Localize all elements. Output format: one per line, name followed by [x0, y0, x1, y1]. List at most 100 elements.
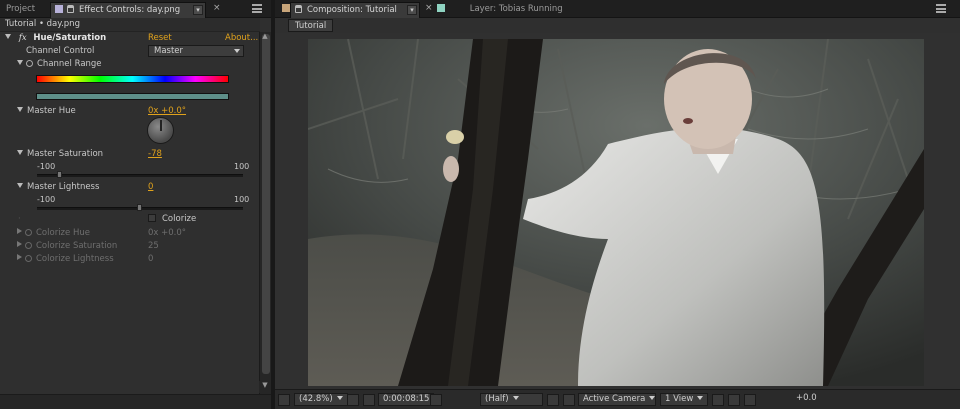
tab-composition[interactable]: Composition: Tutorial ▾ — [290, 2, 420, 18]
breadcrumb: Tutorial • day.png — [0, 18, 260, 32]
colorize-lightness-value: 0 — [148, 254, 154, 264]
always-preview-icon[interactable] — [278, 394, 290, 406]
panel-menu-icon[interactable] — [936, 4, 946, 13]
colorize-label: Colorize — [162, 214, 197, 224]
mask-visibility-icon[interactable] — [363, 394, 375, 406]
show-snapshot-icon[interactable] — [446, 394, 458, 406]
forest-scene-image — [308, 39, 924, 386]
tab-layer-label: Layer: Tobias Running — [469, 4, 563, 14]
reset-exposure-icon[interactable] — [778, 394, 790, 406]
colorize-hue-label: Colorize Hue — [36, 228, 90, 238]
tab-dropdown-icon[interactable]: ▾ — [193, 5, 203, 15]
timeline-icon[interactable] — [744, 394, 756, 406]
exposure-value[interactable]: +0.0 — [796, 393, 817, 406]
master-hue-row[interactable]: Master Hue — [17, 105, 76, 118]
collapse-triangle-icon[interactable] — [17, 60, 23, 65]
collapse-triangle-icon[interactable] — [17, 107, 23, 112]
stopwatch-icon — [25, 229, 32, 236]
scroll-down-icon[interactable]: ▼ — [259, 381, 271, 393]
master-hue-value[interactable]: 0x +0.0° — [148, 105, 186, 118]
master-saturation-label: Master Saturation — [27, 149, 104, 159]
collapse-triangle-icon[interactable] — [17, 183, 23, 188]
colorize-lightness-row: Colorize Lightness — [17, 253, 114, 266]
lock-icon[interactable] — [67, 5, 74, 13]
toggle-pixel-aspect-icon[interactable] — [712, 394, 724, 406]
current-time[interactable]: 0:00:08:15 — [378, 393, 435, 406]
effect-controls-panel: Project Effect Controls: day.png ▾ × Tut… — [0, 0, 271, 409]
chevron-down-icon — [234, 49, 240, 53]
viewer-tab-strip: Tutorial — [275, 18, 960, 33]
master-saturation-value[interactable]: -78 — [148, 148, 162, 161]
composition-canvas[interactable] — [275, 33, 960, 389]
views-value: 1 View — [665, 394, 694, 404]
tab-effect-controls[interactable]: Effect Controls: day.png ▾ — [50, 2, 206, 18]
saturation-min-label: -100 — [37, 162, 56, 171]
stopwatch-icon[interactable] — [26, 60, 33, 67]
tab-effect-controls-label: Effect Controls: day.png — [79, 5, 181, 15]
zoom-value: (42.8%) — [299, 394, 333, 404]
effect-name: Hue/Saturation — [33, 33, 107, 43]
channel-range-row[interactable]: Channel Range — [17, 58, 102, 71]
master-lightness-value[interactable]: 0 — [148, 181, 153, 194]
scrollbar-thumb[interactable] — [262, 34, 270, 374]
lightness-min-label: -100 — [37, 195, 56, 204]
lock-icon[interactable] — [295, 5, 302, 13]
scroll-up-icon[interactable]: ▲ — [259, 32, 271, 42]
camera-snapshot-icon[interactable] — [430, 394, 442, 406]
master-hue-label: Master Hue — [27, 106, 76, 116]
colorize-saturation-row: Colorize Saturation — [17, 240, 117, 253]
expand-triangle-icon — [17, 254, 22, 260]
label-color-swatch — [437, 4, 445, 12]
about-link[interactable]: About... — [225, 32, 258, 45]
channel-range-hue-bar[interactable] — [36, 75, 229, 83]
close-tab-icon[interactable]: × — [425, 3, 433, 13]
vertical-scrollbar[interactable] — [259, 32, 271, 394]
stopwatch-icon — [25, 255, 32, 262]
colorize-hue-value: 0x +0.0° — [148, 228, 187, 238]
lightness-slider-thumb[interactable] — [137, 204, 142, 211]
color-channels-icon[interactable] — [462, 394, 474, 406]
comp-flowchart-icon[interactable] — [760, 394, 772, 406]
effect-header[interactable]: fx Hue/Saturation — [5, 32, 259, 45]
transparency-grid-icon[interactable] — [563, 394, 575, 406]
view-layout-select[interactable]: 1 View — [660, 393, 708, 406]
chevron-down-icon — [697, 396, 704, 400]
tab-layer[interactable]: Layer: Tobias Running — [433, 2, 567, 18]
colorize-dot: · — [18, 214, 21, 224]
close-tab-icon[interactable]: × — [213, 3, 221, 13]
stopwatch-icon — [25, 242, 32, 249]
tab-dropdown-icon[interactable]: ▾ — [407, 5, 417, 15]
saturation-slider-track[interactable] — [37, 174, 243, 177]
saturation-slider-thumb[interactable] — [56, 171, 62, 178]
tab-project[interactable]: Project — [2, 2, 39, 18]
master-lightness-row[interactable]: Master Lightness — [17, 181, 99, 194]
camera-select[interactable]: Active Camera — [578, 393, 656, 406]
fast-previews-icon[interactable] — [728, 394, 740, 406]
resolution-select[interactable]: (Half) — [480, 393, 543, 406]
master-hue-dial[interactable] — [147, 117, 174, 144]
horizontal-scrollbar[interactable] — [0, 394, 271, 409]
colorize-hue-row: Colorize Hue — [17, 227, 90, 240]
tab-composition-label: Composition: Tutorial — [307, 5, 397, 15]
colorize-saturation-value: 25 — [148, 241, 159, 251]
colorize-checkbox[interactable] — [148, 214, 156, 222]
camera-value: Active Camera — [583, 394, 646, 404]
label-color-swatch — [282, 4, 290, 12]
panel-menu-icon[interactable] — [252, 4, 262, 13]
resolution-value: (Half) — [485, 394, 509, 404]
collapse-triangle-icon[interactable] — [17, 150, 23, 155]
colorize-checkbox-row[interactable]: Colorize — [148, 213, 196, 226]
channel-control-select[interactable]: Master — [148, 45, 244, 57]
fx-icon[interactable]: fx — [19, 33, 27, 43]
channel-control-label: Channel Control — [26, 46, 95, 56]
composition-frame-image — [308, 39, 924, 386]
channel-range-label: Channel Range — [37, 59, 102, 69]
channel-control-value: Master — [154, 46, 184, 56]
grid-icon[interactable] — [347, 394, 359, 406]
master-saturation-row[interactable]: Master Saturation — [17, 148, 103, 161]
tab-tutorial-view[interactable]: Tutorial — [288, 19, 334, 32]
zoom-select[interactable]: (42.8%) — [294, 393, 348, 406]
collapse-triangle-icon[interactable] — [5, 34, 11, 39]
reset-link[interactable]: Reset — [148, 32, 172, 45]
region-of-interest-icon[interactable] — [547, 394, 559, 406]
